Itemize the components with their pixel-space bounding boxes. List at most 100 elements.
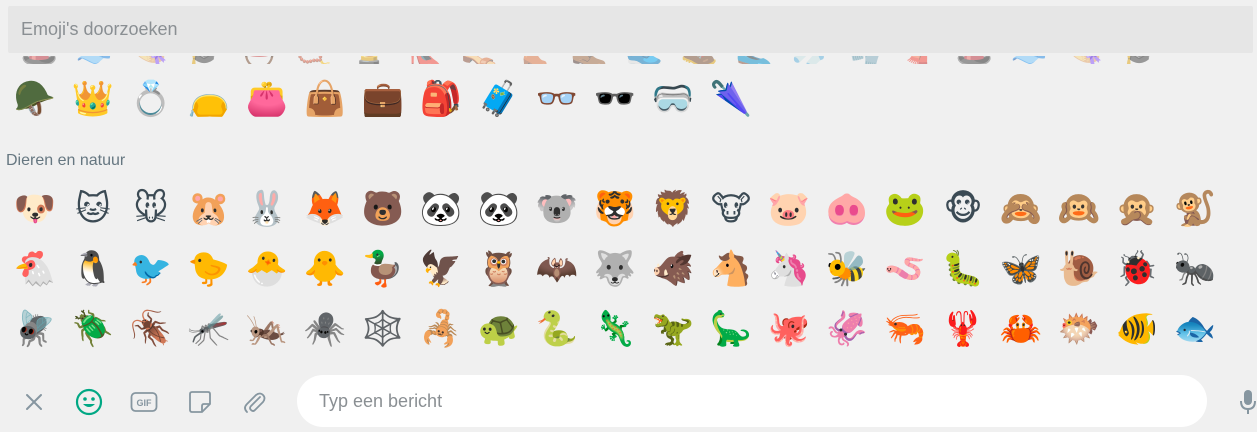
emoji-button[interactable]: 🐶 [6, 184, 64, 234]
emoji-button[interactable]: 🦕 [702, 304, 760, 354]
emoji-button[interactable]: 🪳 [122, 304, 180, 354]
emoji-button[interactable]: 🐵 [934, 184, 992, 234]
emoji-button[interactable]: 💍 [122, 74, 180, 124]
emoji-button[interactable]: 🐥 [296, 244, 354, 294]
emoji-button[interactable]: 🦊 [296, 184, 354, 234]
emoji-button[interactable]: 🙊 [1108, 184, 1166, 234]
emoji-button[interactable]: 🧳 [470, 74, 528, 124]
emoji-button[interactable]: 🐣 [238, 244, 296, 294]
emoji-button[interactable]: 🐍 [528, 304, 586, 354]
emoji-button[interactable]: 👛 [238, 74, 296, 124]
emoji-button-clipped[interactable]: 👞 [562, 56, 617, 64]
emoji-button[interactable]: 🥽 [644, 74, 702, 124]
emoji-button[interactable]: 🐔 [6, 244, 64, 294]
emoji-button[interactable]: 🐽 [818, 184, 876, 234]
emoji-button[interactable]: 🦞 [934, 304, 992, 354]
emoji-button[interactable]: 🙉 [1050, 184, 1108, 234]
emoji-button[interactable]: 🐡 [1050, 304, 1108, 354]
emoji-button[interactable]: 👝 [180, 74, 238, 124]
emoji-button-clipped[interactable]: 👟 [617, 56, 672, 64]
emoji-button[interactable]: 🦇 [528, 244, 586, 294]
emoji-button[interactable]: 🪱 [876, 244, 934, 294]
emoji-button[interactable]: 🦟 [180, 304, 238, 354]
voice-message-button[interactable] [1232, 386, 1257, 418]
emoji-button[interactable]: 🐻 [354, 184, 412, 234]
emoji-button[interactable]: 🐯 [586, 184, 644, 234]
emoji-button[interactable]: 🐸 [876, 184, 934, 234]
emoji-button-clipped[interactable]: 🧦 [782, 56, 837, 64]
emoji-button[interactable]: 🙈 [992, 184, 1050, 234]
emoji-button[interactable]: 🐱 [64, 184, 122, 234]
emoji-button[interactable]: 🐞 [1108, 244, 1166, 294]
emoji-button-clipped[interactable]: 🎓 [177, 56, 232, 64]
sticker-tab-button[interactable] [184, 386, 216, 418]
emoji-button-clipped[interactable]: 👡 [452, 56, 507, 64]
emoji-button[interactable]: 🦎 [586, 304, 644, 354]
emoji-button-clipped[interactable]: 💄 [342, 56, 397, 64]
emoji-button[interactable]: 🐺 [586, 244, 644, 294]
emoji-button[interactable]: 🦆 [354, 244, 412, 294]
emoji-button-clipped[interactable]: 👠 [397, 56, 452, 64]
emoji-button[interactable]: 🪖 [6, 74, 64, 124]
emoji-button[interactable]: 🪰 [6, 304, 64, 354]
emoji-button[interactable]: 🦑 [818, 304, 876, 354]
emoji-button-clipped[interactable]: 🥾 [672, 56, 727, 64]
emoji-button-clipped[interactable]: 🧣 [892, 56, 947, 64]
emoji-button[interactable]: 👓 [528, 74, 586, 124]
emoji-button[interactable]: 🌂 [702, 74, 760, 124]
gif-tab-button[interactable]: GIF [128, 386, 160, 418]
emoji-button[interactable]: 🐼 [412, 184, 470, 234]
emoji-button-clipped[interactable]: 🧢 [67, 56, 122, 64]
emoji-button[interactable]: 🐗 [644, 244, 702, 294]
emoji-button[interactable]: 🐜 [1166, 244, 1224, 294]
emoji-button[interactable]: 🐝 [818, 244, 876, 294]
emoji-button[interactable]: 🐷 [760, 184, 818, 234]
emoji-button[interactable]: 🐮 [702, 184, 760, 234]
message-input-container[interactable] [297, 375, 1207, 427]
emoji-button[interactable]: 🦋 [992, 244, 1050, 294]
emoji-button-clipped[interactable]: 🥿 [727, 56, 782, 64]
emoji-button[interactable]: 🐒 [1166, 184, 1224, 234]
emoji-button[interactable]: 🕸️ [354, 304, 412, 354]
emoji-button-clipped[interactable]: ⛑️ [232, 56, 287, 64]
emoji-button[interactable]: 🐙 [760, 304, 818, 354]
emoji-button[interactable]: 🦐 [876, 304, 934, 354]
emoji-tab-button[interactable] [73, 386, 105, 418]
emoji-button[interactable]: 🪲 [64, 304, 122, 354]
emoji-button[interactable]: 🐢 [470, 304, 528, 354]
emoji-button[interactable]: 🐨 [528, 184, 586, 234]
emoji-button[interactable]: 🦄 [760, 244, 818, 294]
emoji-button[interactable]: 🐠 [1108, 304, 1166, 354]
emoji-button-clipped[interactable]: 🧤 [837, 56, 892, 64]
emoji-button[interactable]: 🎒 [412, 74, 470, 124]
emoji-button-clipped[interactable]: 📿 [287, 56, 342, 64]
close-emoji-panel-button[interactable] [18, 386, 50, 418]
emoji-button[interactable]: 🐹 [180, 184, 238, 234]
emoji-button-clipped[interactable]: 🎓 [1112, 56, 1167, 64]
emoji-button[interactable]: 💼 [354, 74, 412, 124]
message-input[interactable] [319, 390, 1207, 412]
emoji-button[interactable]: 🦗 [238, 304, 296, 354]
emoji-button[interactable]: 🦖 [644, 304, 702, 354]
emoji-button[interactable]: 🦉 [470, 244, 528, 294]
emoji-button-clipped[interactable]: 🎩 [12, 56, 67, 64]
emoji-button-clipped[interactable]: 👒 [122, 56, 177, 64]
emoji-button[interactable]: 🐟 [1166, 304, 1224, 354]
emoji-button-clipped[interactable]: 👒 [1057, 56, 1112, 64]
emoji-button[interactable]: 🦁 [644, 184, 702, 234]
emoji-button[interactable]: 🐛 [934, 244, 992, 294]
emoji-button[interactable]: 🦀 [992, 304, 1050, 354]
emoji-button[interactable]: 🐦 [122, 244, 180, 294]
emoji-button[interactable]: 👜 [296, 74, 354, 124]
emoji-button-clipped[interactable]: 🧢 [1002, 56, 1057, 64]
emoji-button[interactable]: 🐼 [470, 184, 528, 234]
emoji-button[interactable]: 👑 [64, 74, 122, 124]
emoji-button-clipped[interactable]: 🎩 [947, 56, 1002, 64]
emoji-search[interactable] [8, 6, 1253, 53]
emoji-button[interactable]: 🐰 [238, 184, 296, 234]
emoji-button[interactable]: 🐭 [122, 184, 180, 234]
emoji-button[interactable]: 🕶️ [586, 74, 644, 124]
emoji-button-clipped[interactable]: 👢 [507, 56, 562, 64]
emoji-search-input[interactable] [21, 19, 1253, 40]
emoji-button[interactable]: 🐴 [702, 244, 760, 294]
